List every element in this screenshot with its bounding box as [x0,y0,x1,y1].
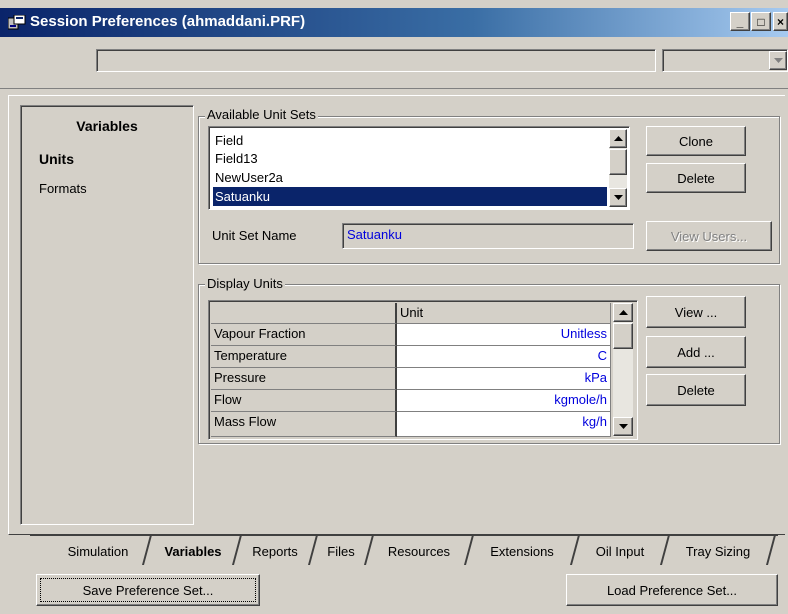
grid-row-label: Pressure [211,368,397,390]
unit-set-name-field[interactable]: Satuanku [342,223,634,249]
grid-row-label: Temperature [211,346,397,368]
grid-unit-cell[interactable]: kg/h [397,412,611,437]
grid-unit-cell[interactable]: C [397,346,611,368]
grid-row-label: Flow [211,390,397,412]
list-item[interactable]: Field [213,131,607,150]
tab-reports[interactable]: Reports [240,537,310,565]
display-units-grid[interactable]: Unit Vapour Fraction Unitless Temperatur… [208,300,638,440]
close-icon: × [776,14,784,29]
tab-simulation[interactable]: Simulation [50,537,146,565]
grid-row-label: Mass Flow [211,412,397,437]
grid-corner [211,303,397,324]
maximize-button[interactable]: □ [751,12,771,31]
grid-unit-cell[interactable]: Unitless [397,324,611,346]
unit-set-name-label: Unit Set Name [212,228,297,243]
tab-files[interactable]: Files [316,537,366,565]
scroll-thumb[interactable] [613,323,633,349]
list-item-selected[interactable]: Satuanku [213,187,607,206]
status-combo[interactable] [662,49,788,72]
clone-button[interactable]: Clone [646,126,746,156]
view-users-button[interactable]: View Users... [646,221,772,251]
load-preference-set-button[interactable]: Load Preference Set... [566,574,778,606]
scroll-thumb[interactable] [609,149,627,175]
scroll-up-icon[interactable] [613,303,633,322]
session-preferences-window: Session Preferences (ahmaddani.PRF) _ □ … [0,0,788,614]
sidebar-item-units[interactable]: Units [39,151,74,167]
delete-display-unit-button[interactable]: Delete [646,374,746,406]
chevron-down-icon[interactable] [769,51,787,70]
unit-sets-scrollbar[interactable] [609,129,627,207]
grid-unit-cell[interactable]: kPa [397,368,611,390]
sidebar-item-formats[interactable]: Formats [39,181,87,196]
sidebar-header: Variables [76,118,138,134]
tab-extensions[interactable]: Extensions [472,537,572,565]
scroll-down-icon[interactable] [609,188,627,207]
list-item[interactable]: Field13 [213,149,607,168]
save-preference-set-button[interactable]: Save Preference Set... [36,574,260,606]
delete-unit-set-button[interactable]: Delete [646,163,746,193]
unit-sets-group-label: Available Unit Sets [205,107,318,122]
sidebar: Variables Units Formats [20,105,194,525]
scroll-up-icon[interactable] [609,129,627,148]
unit-sets-list[interactable]: Field Field13 NewUser2a Satuanku [208,126,630,210]
grid-row-label: Vapour Fraction [211,324,397,346]
grid-unit-cell[interactable]: kgmole/h [397,390,611,412]
window-title: Session Preferences (ahmaddani.PRF) [30,13,306,30]
list-item[interactable]: NewUser2a [213,168,607,187]
scroll-down-icon[interactable] [613,417,633,436]
tab-tray-sizing[interactable]: Tray Sizing [668,537,768,565]
close-button[interactable]: × [773,12,788,31]
display-units-group-label: Display Units [205,276,285,291]
status-field [96,49,656,72]
tab-oil-input[interactable]: Oil Input [578,537,662,565]
maximize-icon: □ [757,14,765,29]
app-icon [7,14,26,31]
unit-column-header[interactable]: Unit [397,303,611,324]
tab-resources[interactable]: Resources [372,537,466,565]
tab-strip-line [30,534,778,536]
display-units-scrollbar[interactable] [613,303,633,437]
minimize-icon: _ [736,14,744,29]
view-button[interactable]: View ... [646,296,746,328]
add-button[interactable]: Add ... [646,336,746,368]
minimize-button[interactable]: _ [730,12,750,31]
tab-variables[interactable]: Variables [150,537,236,565]
